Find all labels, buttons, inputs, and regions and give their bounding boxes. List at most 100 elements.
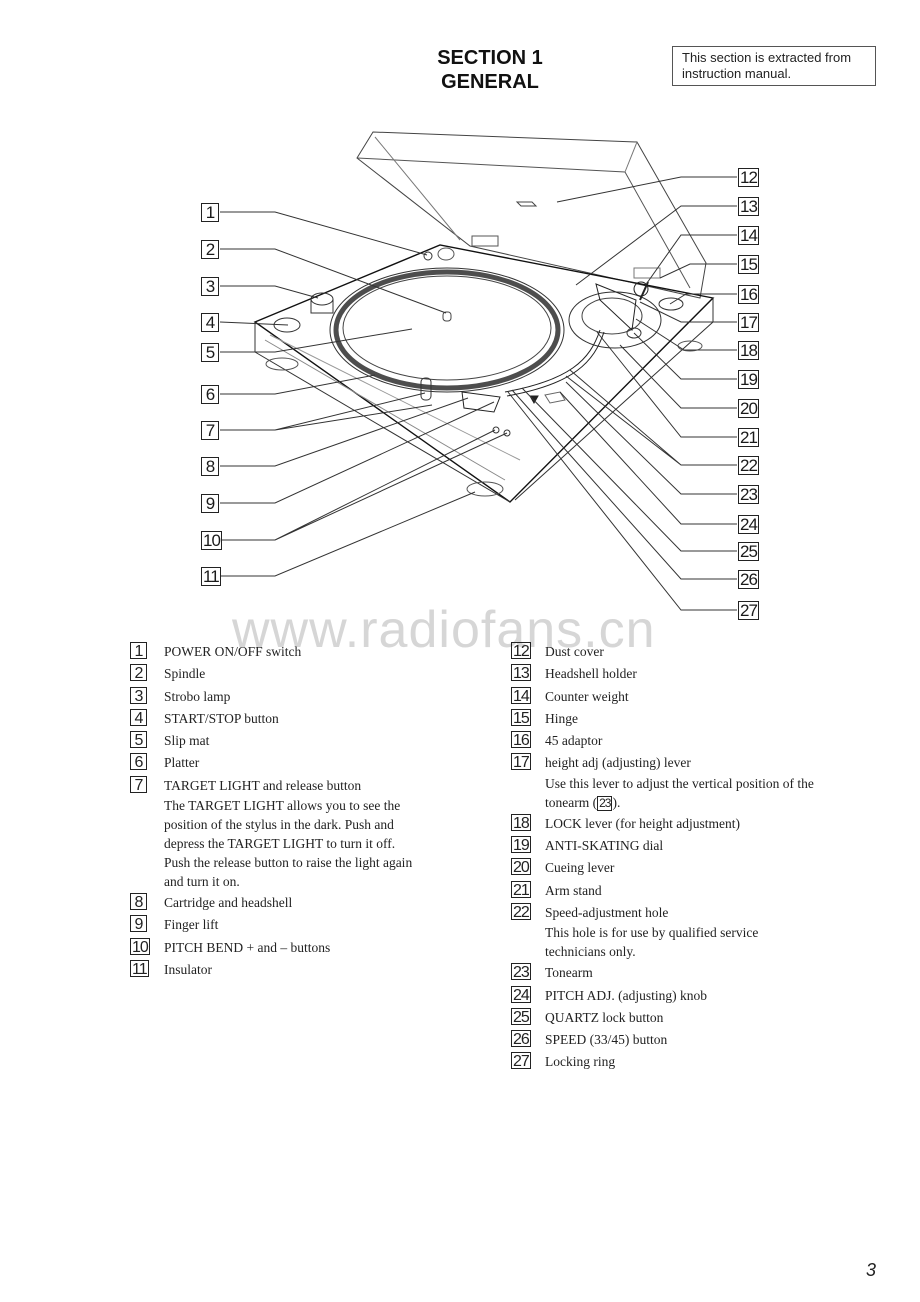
callout-23: 23 xyxy=(738,485,759,504)
item-number-box: 13 xyxy=(511,664,531,683)
item-number-box: 16 xyxy=(511,731,531,750)
callout-19: 19 xyxy=(738,370,759,389)
platter-drawing xyxy=(329,267,565,393)
item-label: Headshell holder xyxy=(545,666,637,682)
item-label: 45 adaptor xyxy=(545,733,603,749)
legend-item: 16 45 adaptor xyxy=(511,730,851,752)
item-label: QUARTZ lock button xyxy=(545,1009,664,1025)
callout-15: 15 xyxy=(738,255,759,274)
item-number-box: 25 xyxy=(511,1007,531,1026)
item-number-box: 8 xyxy=(130,893,147,911)
item-number-box: 26 xyxy=(511,1030,531,1049)
item-description-line: The TARGET LIGHT allows you to see the xyxy=(164,798,401,814)
legend-item: 12 Dust cover xyxy=(511,641,851,663)
callout-21: 21 xyxy=(738,428,759,447)
legend-item: 17 height adj (adjusting) lever Use this l… xyxy=(511,752,851,811)
item-label: Cueing lever xyxy=(545,860,615,876)
item-number-box: 12 xyxy=(511,642,531,660)
item-number-box: 15 xyxy=(511,708,531,727)
legend-item: 3 Strobo lamp xyxy=(130,686,460,708)
callout-18: 18 xyxy=(738,341,759,360)
item-label: Counter weight xyxy=(545,688,629,704)
reference-number-box: 23 xyxy=(597,795,613,811)
legend-item: 7 TARGET LIGHT and release button The TARG… xyxy=(130,775,460,891)
item-description-line: and turn it on. xyxy=(164,874,240,890)
item-label: POWER ON/OFF switch xyxy=(164,644,302,659)
item-number-box: 17 xyxy=(511,753,531,772)
item-number-box: 21 xyxy=(511,880,531,899)
callout-3: 3 xyxy=(201,277,219,296)
item-description-line: tonearm (23). xyxy=(545,793,851,812)
leader-lines xyxy=(219,176,737,611)
item-number-box: 4 xyxy=(130,708,147,727)
callout-26: 26 xyxy=(738,570,759,589)
item-number-box: 24 xyxy=(511,985,531,1004)
legend-item: 22 Speed-adjustment hole This hole is for … xyxy=(511,902,851,961)
legend-item: 4 START/STOP button xyxy=(130,708,460,730)
callout-11: 11 xyxy=(201,567,221,586)
item-number-box: 11 xyxy=(130,959,149,978)
legend-item: 9 Finger lift xyxy=(130,914,460,936)
item-label: START/STOP button xyxy=(164,710,279,726)
item-number-box: 18 xyxy=(511,813,531,832)
item-label: Cartridge and headshell xyxy=(164,895,293,911)
callout-7: 7 xyxy=(201,421,219,440)
item-description-line: depress the TARGET LIGHT to turn it off. xyxy=(164,836,396,852)
item-description-line: position of the stylus in the dark. Push… xyxy=(164,817,394,833)
callout-22: 22 xyxy=(738,456,759,475)
legend-right: 12 Dust cover 13 Headshell holder 14 Counter … xyxy=(511,641,851,1074)
item-number-box: 2 xyxy=(130,664,147,682)
item-label: Spindle xyxy=(164,666,206,682)
item-number-box: 10 xyxy=(130,937,150,956)
callout-13: 13 xyxy=(738,197,759,216)
item-number-box: 3 xyxy=(130,686,147,705)
item-label: LOCK lever (for height adjustment) xyxy=(545,815,740,831)
callout-2: 2 xyxy=(201,240,219,259)
legend-item: 20 Cueing lever xyxy=(511,857,851,879)
callout-1: 1 xyxy=(201,203,219,222)
item-label: height adj (adjusting) lever xyxy=(545,755,691,771)
item-number-box: 5 xyxy=(130,731,147,749)
item-description-line: Use this lever to adjust the vertical po… xyxy=(545,775,814,791)
legend-item: 15 Hinge xyxy=(511,708,851,730)
desc-text: tonearm ( xyxy=(545,794,598,810)
tonearm-drawing xyxy=(504,281,684,397)
item-label: ANTI-SKATING dial xyxy=(545,838,664,854)
legend-item: 25 QUARTZ lock button xyxy=(511,1007,851,1029)
callout-5: 5 xyxy=(201,343,219,362)
legend-item: 2 Spindle xyxy=(130,663,460,685)
callout-17: 17 xyxy=(738,313,759,332)
callout-12: 12 xyxy=(738,168,759,187)
legend-item: 19 ANTI-SKATING dial xyxy=(511,835,851,857)
item-label: PITCH BEND + and – buttons xyxy=(164,939,331,955)
legend-item: 11 Insulator xyxy=(130,959,460,981)
legend-left: 1 POWER ON/OFF switch 2 Spindle 3 Strobo lamp… xyxy=(130,641,460,981)
legend-item: 14 Counter weight xyxy=(511,686,851,708)
item-label: Dust cover xyxy=(545,644,604,659)
item-number-box: 6 xyxy=(130,753,147,771)
item-label: SPEED (33/45) button xyxy=(545,1032,668,1048)
legend-item: 21 Arm stand xyxy=(511,880,851,902)
callout-14: 14 xyxy=(738,226,759,245)
item-label: Locking ring xyxy=(545,1054,616,1070)
legend-item: 26 SPEED (33/45) button xyxy=(511,1029,851,1051)
item-label: Slip mat xyxy=(164,733,210,749)
item-label: Strobo lamp xyxy=(164,688,231,704)
legend-item: 18 LOCK lever (for height adjustment) xyxy=(511,813,851,835)
page-number: 3 xyxy=(866,1260,877,1280)
legend-item: 10 PITCH BEND + and – buttons xyxy=(130,937,460,959)
callout-4: 4 xyxy=(201,313,219,332)
item-label: Insulator xyxy=(164,961,212,977)
item-label: Hinge xyxy=(545,710,578,726)
plinth-drawing xyxy=(253,244,715,503)
item-description-line: Push the release button to raise the lig… xyxy=(164,855,413,871)
legend-item: 27 Locking ring xyxy=(511,1051,851,1073)
item-number-box: 23 xyxy=(511,963,531,982)
item-label: Arm stand xyxy=(545,882,602,898)
item-number-box: 27 xyxy=(511,1052,531,1071)
item-label: PITCH ADJ. (adjusting) knob xyxy=(545,987,707,1003)
item-description-line: This hole is for use by qualified servic… xyxy=(545,925,759,941)
callout-8: 8 xyxy=(201,457,219,476)
callout-27: 27 xyxy=(738,601,759,620)
item-label: TARGET LIGHT and release button xyxy=(164,777,362,793)
